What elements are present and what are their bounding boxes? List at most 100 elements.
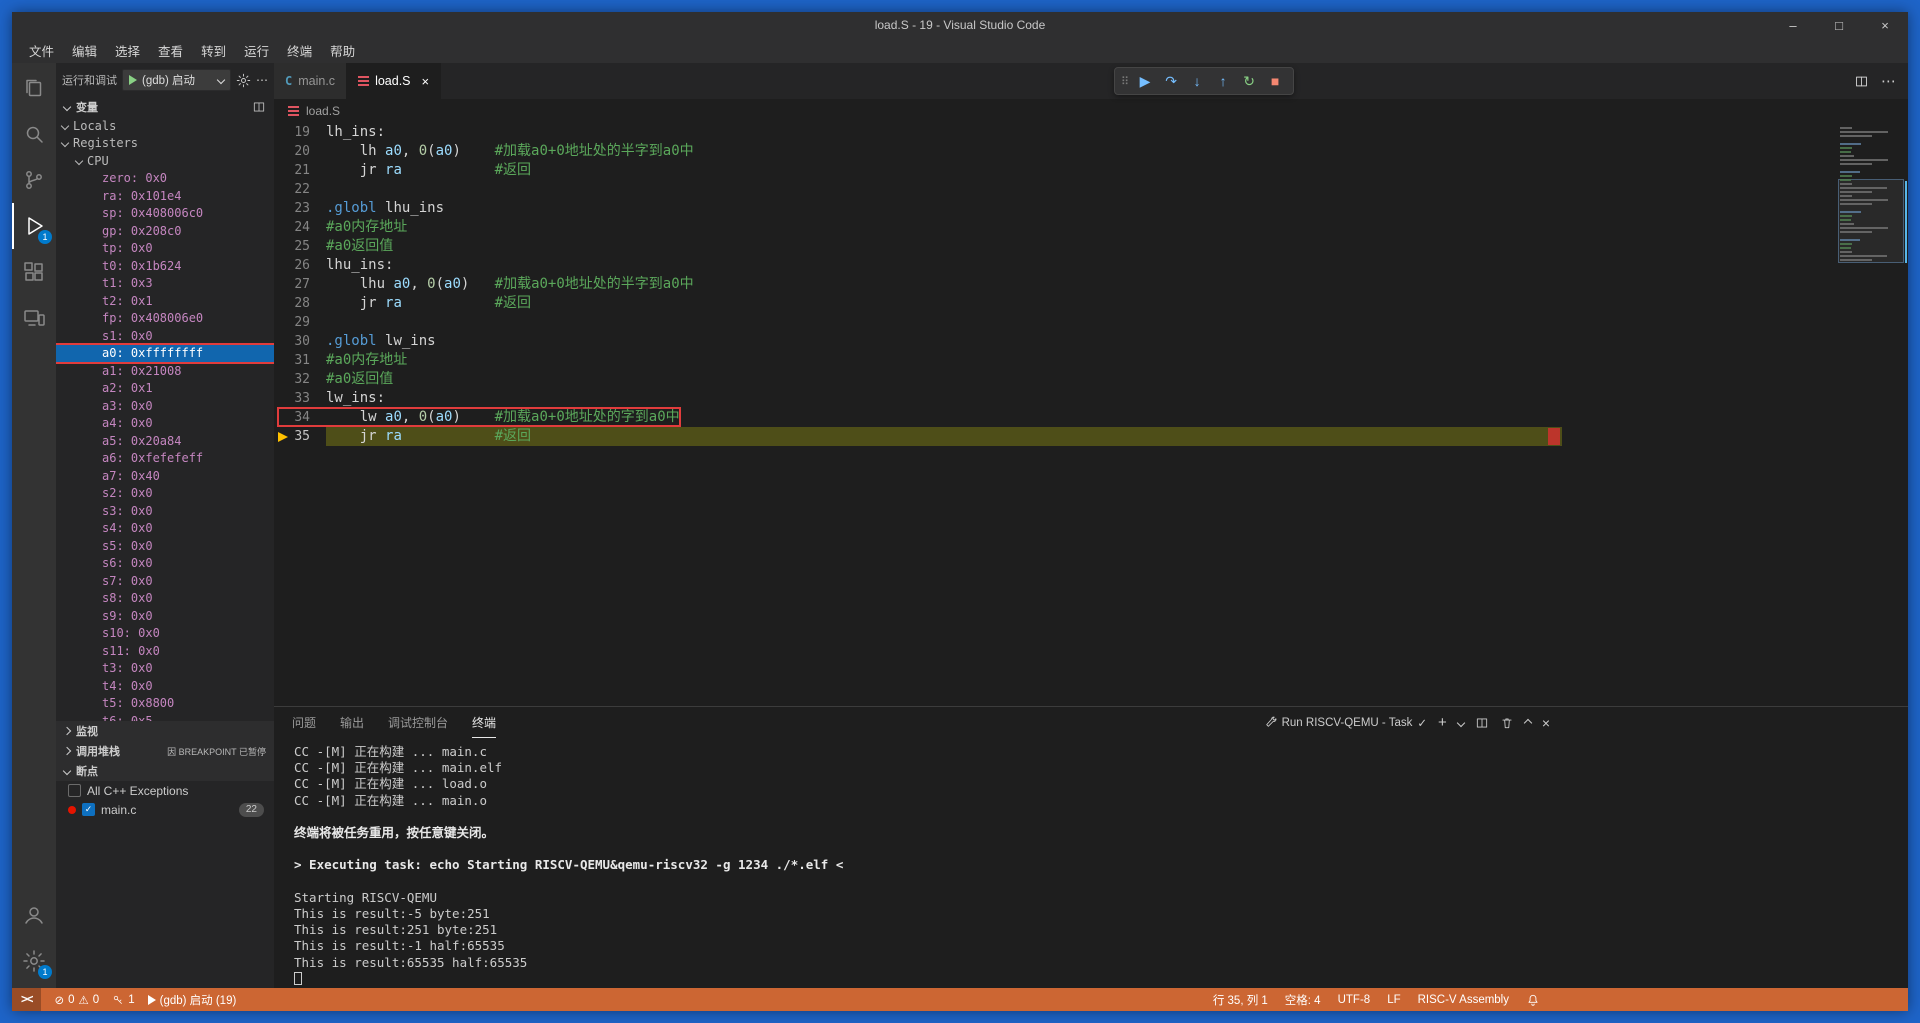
continue-button[interactable]: ▶ (1133, 69, 1157, 93)
files-button[interactable] (12, 65, 56, 111)
register-a3[interactable]: a3: 0x0 (56, 397, 274, 415)
drag-handle-icon[interactable]: ⠿ (1121, 75, 1129, 88)
breakpoint-checkbox[interactable] (68, 784, 81, 797)
split-terminal-icon[interactable] (1475, 716, 1489, 730)
register-t4[interactable]: t4: 0x0 (56, 677, 274, 695)
bell-icon[interactable] (1526, 993, 1540, 1007)
register-t3[interactable]: t3: 0x0 (56, 660, 274, 678)
tab-load-S[interactable]: load.S× (347, 63, 441, 99)
tree-item[interactable]: Locals (56, 117, 274, 135)
breakpoint-item[interactable]: ✓main.c22 (56, 800, 274, 819)
split-editor-icon[interactable] (1854, 74, 1869, 89)
status-item[interactable]: 空格: 4 (1285, 992, 1321, 1008)
remote-indicator[interactable]: >< (12, 988, 41, 1011)
maximize-button[interactable]: □ (1816, 12, 1862, 38)
account-button[interactable] (12, 892, 56, 938)
maximize-panel-icon[interactable] (1524, 718, 1532, 726)
register-s5[interactable]: s5: 0x0 (56, 537, 274, 555)
breakpoint-item[interactable]: All C++ Exceptions (56, 781, 274, 800)
menu-item[interactable]: 编辑 (63, 41, 106, 60)
register-fp[interactable]: fp: 0x408006e0 (56, 310, 274, 328)
status-item[interactable]: LF (1387, 994, 1400, 1006)
terminal-output[interactable]: CC -[M] 正在构建 ... main.cCC -[M] 正在构建 ... … (274, 738, 1908, 988)
panel-tab[interactable]: 调试控制台 (388, 707, 448, 738)
start-debug-icon[interactable] (129, 75, 137, 85)
breadcrumb[interactable]: load.S (274, 99, 1908, 123)
breakpoints-section-header[interactable]: 断点 (56, 761, 274, 781)
register-a7[interactable]: a7: 0x40 (56, 467, 274, 485)
register-s2[interactable]: s2: 0x0 (56, 485, 274, 503)
watch-section-header[interactable]: 监视 (56, 721, 274, 741)
callstack-section-header[interactable]: 调用堆栈 因 BREAKPOINT 已暂停 (56, 741, 274, 761)
register-t6[interactable]: t6: 0x5 (56, 712, 274, 721)
step-out-button[interactable]: ↑ (1211, 69, 1235, 93)
panel-tab[interactable]: 终端 (472, 707, 496, 738)
panel-tab[interactable]: 输出 (340, 707, 364, 738)
kill-terminal-icon[interactable] (1500, 716, 1514, 730)
status-item[interactable]: 行 35, 列 1 (1213, 992, 1268, 1008)
register-s11[interactable]: s11: 0x0 (56, 642, 274, 660)
register-a1[interactable]: a1: 0x21008 (56, 362, 274, 380)
menu-item[interactable]: 选择 (106, 41, 149, 60)
register-ra[interactable]: ra: 0x101e4 (56, 187, 274, 205)
chevron-down-icon[interactable] (1457, 718, 1465, 726)
menu-item[interactable]: 帮助 (321, 41, 364, 60)
debug-session-indicator[interactable]: (gdb) 启动 (19) (148, 992, 237, 1008)
register-s4[interactable]: s4: 0x0 (56, 520, 274, 538)
register-a2[interactable]: a2: 0x1 (56, 380, 274, 398)
close-panel-icon[interactable]: × (1542, 715, 1550, 731)
problems-indicator[interactable]: ⊘0 ⚠0 (54, 993, 99, 1007)
status-item[interactable]: RISC-V Assembly (1418, 994, 1509, 1006)
register-a6[interactable]: a6: 0xfefefeff (56, 450, 274, 468)
step-over-button[interactable]: ↷ (1159, 69, 1183, 93)
code-editor[interactable]: 19lh_ins:20 lh a0, 0(a0) #加载a0+0地址处的半字到a… (274, 123, 1908, 706)
remote-button[interactable] (12, 295, 56, 341)
variables-section-header[interactable]: 变量 (56, 97, 274, 117)
menu-item[interactable]: 终端 (278, 41, 321, 60)
register-gp[interactable]: gp: 0x208c0 (56, 222, 274, 240)
breakpoint-checkbox[interactable]: ✓ (82, 803, 95, 816)
tree-item[interactable]: CPU (56, 152, 274, 170)
launch-config-select[interactable]: (gdb) 启动 (122, 69, 231, 91)
register-s3[interactable]: s3: 0x0 (56, 502, 274, 520)
register-tp[interactable]: tp: 0x0 (56, 240, 274, 258)
minimize-button[interactable]: – (1770, 12, 1816, 38)
gear-button[interactable]: 1 (12, 938, 56, 984)
menu-item[interactable]: 运行 (235, 41, 278, 60)
tree-item[interactable]: Registers (56, 135, 274, 153)
register-s8[interactable]: s8: 0x0 (56, 590, 274, 608)
register-s7[interactable]: s7: 0x0 (56, 572, 274, 590)
new-terminal-button[interactable]: + (1438, 714, 1447, 731)
register-s10[interactable]: s10: 0x0 (56, 625, 274, 643)
status-item[interactable]: UTF-8 (1338, 994, 1371, 1006)
register-a4[interactable]: a4: 0x0 (56, 415, 274, 433)
stop-button[interactable]: ■ (1263, 69, 1287, 93)
register-a5[interactable]: a5: 0x20a84 (56, 432, 274, 450)
register-t0[interactable]: t0: 0x1b624 (56, 257, 274, 275)
debug-button[interactable]: 1 (12, 203, 56, 249)
minimap[interactable] (1840, 127, 1902, 263)
register-a0[interactable]: a0: 0xffffffff (56, 345, 274, 363)
menu-item[interactable]: 查看 (149, 41, 192, 60)
extensions-button[interactable] (12, 249, 56, 295)
register-t5[interactable]: t5: 0x8800 (56, 695, 274, 713)
register-s1[interactable]: s1: 0x0 (56, 327, 274, 345)
menu-item[interactable]: 文件 (20, 41, 63, 60)
step-into-button[interactable]: ↓ (1185, 69, 1209, 93)
close-icon[interactable]: × (422, 74, 430, 89)
panel-tab[interactable]: 问题 (292, 707, 316, 738)
restart-button[interactable]: ↻ (1237, 69, 1261, 93)
ports-indicator[interactable]: 1 (112, 994, 134, 1006)
register-s6[interactable]: s6: 0x0 (56, 555, 274, 573)
close-button[interactable]: × (1862, 12, 1908, 38)
source-control-button[interactable] (12, 157, 56, 203)
more-actions-icon[interactable]: ⋯ (256, 73, 268, 87)
register-zero[interactable]: zero: 0x0 (56, 170, 274, 188)
register-sp[interactable]: sp: 0x408006c0 (56, 205, 274, 223)
more-actions-icon[interactable]: ⋯ (1881, 72, 1896, 90)
register-t1[interactable]: t1: 0x3 (56, 275, 274, 293)
register-t2[interactable]: t2: 0x1 (56, 292, 274, 310)
panes-icon[interactable] (252, 100, 266, 114)
register-s9[interactable]: s9: 0x0 (56, 607, 274, 625)
gear-icon[interactable] (236, 73, 251, 88)
